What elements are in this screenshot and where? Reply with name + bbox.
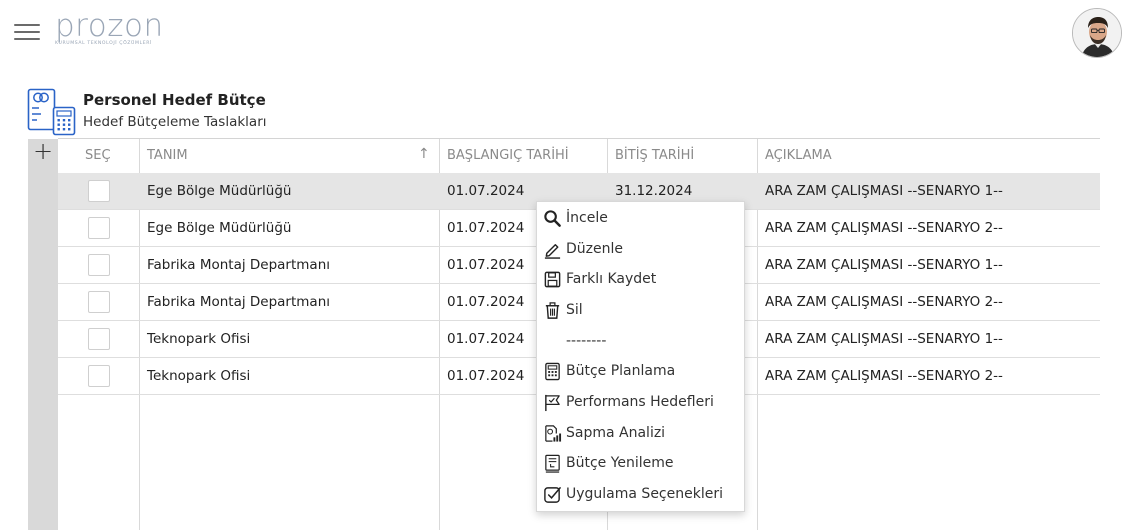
menu-item-performance-goals[interactable]: Performans Hedefleri (537, 387, 744, 417)
menu-item-inspect[interactable]: İncele (537, 203, 744, 233)
cell-description: ARA ZAM ÇALIŞMASI --SENARYO 1-- (765, 331, 1003, 347)
row-select-checkbox[interactable] (88, 291, 110, 313)
menu-item-label: Farklı Kaydet (566, 271, 657, 287)
menu-item-label: Düzenle (566, 241, 623, 257)
cell-description: ARA ZAM ÇALIŞMASI --SENARYO 2-- (765, 368, 1003, 384)
menu-item-label: Bütçe Planlama (566, 363, 676, 379)
cell-description: ARA ZAM ÇALIŞMASI --SENARYO 1-- (765, 257, 1003, 273)
calculator-icon (545, 362, 560, 381)
cell-name: Fabrika Montaj Departmanı (147, 257, 331, 273)
menu-item-variance-analysis[interactable]: Sapma Analizi (537, 418, 744, 448)
menu-item-budget-planning[interactable]: Bütçe Planlama (537, 356, 744, 386)
menu-item-label: Sil (566, 302, 583, 318)
top-bar: prozon KURUMSAL TEKNOLOJİ ÇÖZÜMLERİ (0, 0, 1136, 64)
menu-item-label: İncele (566, 210, 608, 226)
menu-item-edit[interactable]: Düzenle (537, 234, 744, 264)
add-record-button[interactable]: + (28, 139, 58, 165)
cell-name: Ege Bölge Müdürlüğü (147, 220, 292, 236)
row-context-menu: İncele Düzenle Farklı Kaydet Sil -------… (536, 201, 745, 512)
user-avatar[interactable] (1072, 8, 1122, 58)
budget-module-icon (27, 88, 77, 136)
header-end-date[interactable]: BİTİŞ TARİHİ (608, 139, 694, 173)
menu-item-label: Sapma Analizi (566, 425, 666, 441)
logo-wordmark: prozon (55, 8, 164, 44)
menu-item-label: Performans Hedefleri (566, 394, 714, 410)
menu-item-app-options[interactable]: Uygulama Seçenekleri (537, 479, 744, 509)
cell-name: Teknopark Ofisi (147, 368, 251, 384)
header-description[interactable]: AÇIKLAMA (758, 139, 832, 173)
pencil-icon (544, 244, 561, 259)
document-renew-icon (545, 454, 560, 473)
hamburger-menu-icon[interactable] (14, 23, 40, 41)
cell-description: ARA ZAM ÇALIŞMASI --SENARYO 2-- (765, 220, 1003, 236)
grid-left-rail (28, 139, 58, 530)
row-select-checkbox[interactable] (88, 328, 110, 350)
checkbox-checked-icon (544, 487, 561, 503)
avatar-portrait-icon (1073, 9, 1121, 57)
sort-ascending-icon[interactable]: ↑ (418, 146, 430, 162)
menu-item-label: Bütçe Yenileme (566, 455, 674, 471)
header-select[interactable]: SEÇ (78, 139, 111, 173)
menu-separator: -------- (566, 333, 607, 349)
page-subtitle: Hedef Bütçeleme Taslakları (83, 114, 267, 130)
trash-icon (545, 302, 560, 319)
menu-item-delete[interactable]: Sil (537, 295, 744, 325)
menu-item-budget-renewal[interactable]: Bütçe Yenileme (537, 448, 744, 478)
row-select-checkbox[interactable] (88, 254, 110, 276)
menu-item-save-as[interactable]: Farklı Kaydet (537, 264, 744, 294)
row-select-checkbox[interactable] (88, 365, 110, 387)
cell-description: ARA ZAM ÇALIŞMASI --SENARYO 1-- (765, 183, 1003, 199)
header-name[interactable]: TANIM (140, 139, 188, 173)
cell-name: Fabrika Montaj Departmanı (147, 294, 331, 310)
cell-name: Teknopark Ofisi (147, 331, 251, 347)
app-logo[interactable]: prozon KURUMSAL TEKNOLOJİ ÇÖZÜMLERİ (55, 10, 175, 50)
page-title: Personel Hedef Bütçe (83, 91, 266, 109)
report-chart-icon (545, 425, 562, 442)
header-start-date[interactable]: BAŞLANGIÇ TARİHİ (440, 139, 569, 173)
search-icon (544, 210, 561, 227)
flag-check-icon (545, 394, 560, 412)
cell-name: Ege Bölge Müdürlüğü (147, 183, 292, 199)
menu-item-label: Uygulama Seçenekleri (566, 486, 723, 502)
row-select-checkbox[interactable] (88, 180, 110, 202)
floppy-disk-icon (544, 271, 561, 288)
row-select-checkbox[interactable] (88, 217, 110, 239)
cell-description: ARA ZAM ÇALIŞMASI --SENARYO 2-- (765, 294, 1003, 310)
